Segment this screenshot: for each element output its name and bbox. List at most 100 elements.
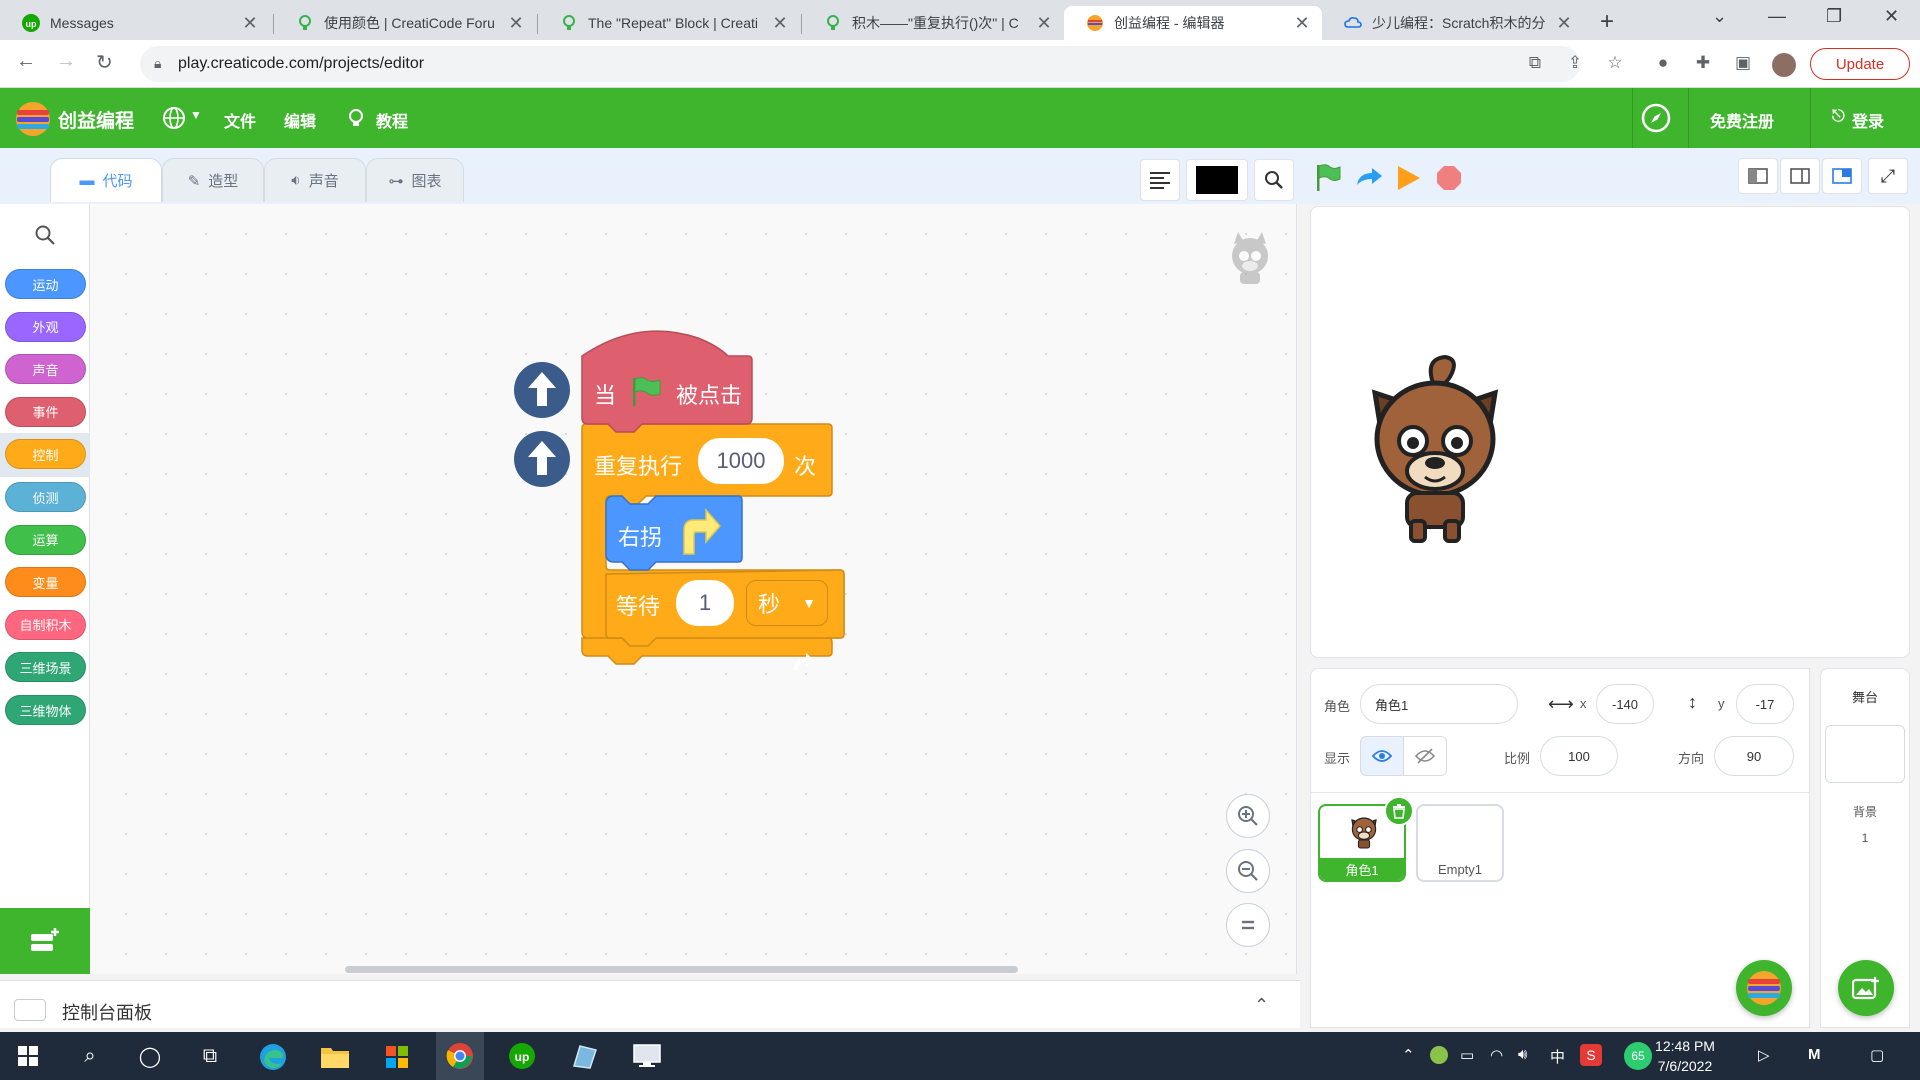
upwork-icon[interactable]: up (508, 1042, 536, 1070)
menu-edit[interactable]: 编辑 (284, 108, 316, 132)
side-panel-icon[interactable]: ▣ (1732, 53, 1754, 75)
zoom-out-button[interactable] (1226, 849, 1270, 893)
minimize-icon[interactable]: — (1768, 6, 1786, 27)
choose-backdrop-button[interactable] (1838, 960, 1894, 1016)
close-icon[interactable]: ✕ (1554, 13, 1574, 34)
extensions-puzzle-icon[interactable]: ✚ (1692, 53, 1714, 75)
sogou-input-icon[interactable]: S (1580, 1044, 1602, 1066)
update-button[interactable]: Update (1810, 48, 1910, 80)
edge-browser-icon[interactable] (258, 1042, 288, 1072)
chevron-down-icon[interactable]: ▼ (190, 108, 202, 122)
category-5[interactable]: 侦测 (5, 482, 86, 512)
category-7[interactable]: 变量 (5, 567, 86, 598)
url-bar[interactable]: 🔒︎ play.creaticode.com/projects/editor (140, 46, 1580, 82)
notifications-icon[interactable]: ▢ (1870, 1046, 1884, 1064)
delete-sprite-button[interactable] (1384, 796, 1414, 826)
cortana-icon[interactable]: ◯ (134, 1040, 166, 1072)
category-3[interactable]: 事件 (5, 396, 86, 427)
chrome-icon[interactable] (446, 1042, 474, 1070)
direction-input[interactable]: 90 (1714, 736, 1794, 776)
browser-tab-editor[interactable]: 创益编程 - 编辑器 ✕ (1064, 6, 1322, 40)
sprite-name-input[interactable]: 角色1 (1360, 684, 1518, 724)
show-hidden-icons-chevron-icon[interactable]: ⌃ (1402, 1046, 1415, 1064)
search-icon[interactable] (34, 224, 56, 246)
microsoft-store-icon[interactable] (384, 1044, 410, 1070)
category-10[interactable]: 三维物体 (5, 695, 86, 725)
reload-icon[interactable]: ↻ (96, 50, 113, 75)
tab-search-chevron-icon[interactable]: ⌄ (1712, 6, 1727, 27)
browser-tab-messages[interactable]: up Messages ✕ (0, 6, 270, 40)
forward-arrow-icon[interactable]: → (56, 50, 76, 73)
tab-costumes[interactable]: ✎ 造型 (162, 158, 264, 202)
show-desktop-icon[interactable]: ▷ (1758, 1046, 1770, 1064)
close-icon[interactable]: ✕ (1292, 13, 1312, 34)
login-icon[interactable]: ⎋ (1832, 108, 1845, 126)
play-icon[interactable] (1394, 163, 1422, 193)
category-6[interactable]: 运算 (5, 524, 86, 555)
color-picker-button[interactable] (1186, 159, 1248, 201)
format-blocks-button[interactable] (1140, 159, 1180, 201)
profile-avatar[interactable] (1772, 53, 1796, 77)
zoom-reset-button[interactable] (1226, 903, 1270, 947)
new-tab-button[interactable]: + (1600, 8, 1614, 36)
volume-icon[interactable]: 🔊︎ (1518, 1046, 1527, 1063)
normal-stage-button[interactable] (1780, 158, 1820, 194)
tab-sounds[interactable]: 🔉︎ 声音 (264, 158, 366, 202)
search-blocks-button[interactable] (1254, 159, 1294, 201)
app-m-icon[interactable]: M (1808, 1046, 1821, 1063)
fullscreen-button[interactable]: ⤢ (1868, 158, 1908, 194)
search-icon[interactable]: ⌕ (74, 1040, 106, 1072)
tray-app-icon[interactable] (1430, 1046, 1448, 1064)
arrow-up-circle-icon[interactable] (512, 360, 572, 420)
large-stage-button[interactable] (1822, 158, 1862, 194)
share-icon[interactable]: ⇪ (1564, 53, 1586, 75)
hide-sprite-button[interactable] (1403, 736, 1447, 776)
show-sprite-button[interactable] (1360, 736, 1404, 776)
wifi-icon[interactable]: ◠ (1490, 1046, 1503, 1064)
system-clock[interactable]: 12:48 PM 7/6/2022 (1640, 1036, 1730, 1076)
login-link[interactable]: 登录 (1852, 108, 1884, 132)
close-icon[interactable]: ✕ (506, 13, 526, 34)
window-close-icon[interactable]: ✕ (1884, 6, 1899, 27)
menu-file[interactable]: 文件 (224, 108, 256, 132)
ime-indicator[interactable]: 中 (1550, 1046, 1565, 1067)
close-icon[interactable]: ✕ (770, 13, 790, 34)
small-stage-button[interactable] (1738, 158, 1778, 194)
file-explorer-icon[interactable] (320, 1044, 350, 1070)
category-2[interactable]: 声音 (5, 354, 86, 385)
category-9[interactable]: 三维场景 (5, 652, 86, 683)
category-0[interactable]: 运动 (5, 269, 86, 299)
restore-icon[interactable]: ❐ (1826, 6, 1842, 27)
browser-tab-repeat-block[interactable]: The "Repeat" Block | Creati ✕ (538, 6, 800, 40)
console-toggle-switch[interactable] (14, 999, 46, 1021)
compass-icon[interactable] (1640, 102, 1672, 134)
workspace-horizontal-scrollbar[interactable] (345, 966, 1018, 973)
close-icon[interactable]: ✕ (240, 13, 260, 34)
browser-tab-scratch[interactable]: 少儿编程：Scratch积木的分 ✕ (1322, 6, 1584, 40)
stage-canvas[interactable] (1310, 206, 1910, 658)
stop-icon[interactable] (1434, 163, 1464, 193)
close-icon[interactable]: ✕ (1034, 13, 1054, 34)
green-flag-icon[interactable] (1314, 163, 1342, 193)
note-app-icon[interactable] (570, 1042, 598, 1070)
register-link[interactable]: 免费注册 (1710, 108, 1774, 132)
size-input[interactable]: 100 (1540, 736, 1618, 776)
tab-code[interactable]: ▬ 代码 (50, 158, 162, 202)
back-arrow-icon[interactable]: ← (16, 50, 36, 73)
choose-sprite-button[interactable] (1736, 960, 1792, 1016)
time-unit-dropdown[interactable]: 秒 ▼ (746, 580, 828, 626)
wait-seconds-input[interactable]: 1 (676, 580, 734, 626)
y-position-input[interactable]: -17 (1736, 684, 1794, 724)
extension-color-icon[interactable]: ● (1652, 53, 1674, 75)
dog-sprite[interactable] (1355, 353, 1505, 553)
category-1[interactable]: 外观 (5, 311, 86, 342)
translate-icon[interactable]: ⧉ (1524, 53, 1546, 75)
browser-tab-block-doc[interactable]: 积木——"重复执行()次" | C ✕ (802, 6, 1064, 40)
creaticode-logo-icon[interactable] (14, 100, 52, 138)
sprite-tile-empty[interactable]: Empty1 (1416, 804, 1504, 882)
remote-desktop-icon[interactable] (632, 1042, 662, 1070)
arrow-up-circle-icon[interactable] (512, 429, 572, 489)
stage-thumbnail[interactable] (1825, 725, 1905, 783)
task-view-icon[interactable]: ⧉ (194, 1040, 226, 1072)
add-extension-button[interactable] (0, 908, 90, 974)
